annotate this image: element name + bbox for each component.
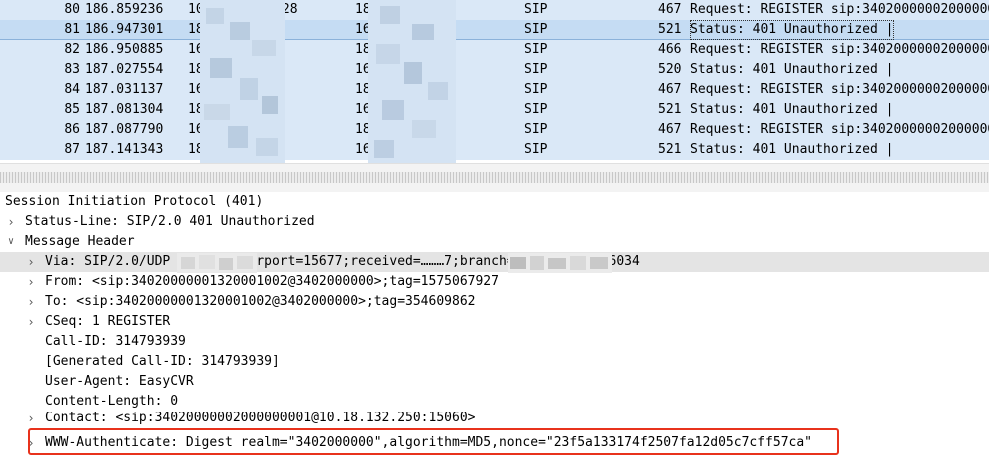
- tree-row-sip[interactable]: Session Initiation Protocol (401): [0, 192, 989, 212]
- tree-row-message-header[interactable]: ∨ Message Header: [0, 232, 989, 252]
- packet-number: 87: [64, 142, 80, 157]
- splitter-grip[interactable]: [0, 172, 989, 183]
- content-length-header: Content-Length: 0: [45, 394, 179, 409]
- packet-protocol: SIP: [524, 2, 548, 17]
- call-id-header: Call-ID: 314793939: [45, 334, 186, 349]
- packet-row-86[interactable]: 86 187.087790 16 18 SIP 467 Request: REG…: [0, 120, 989, 140]
- packet-row-85[interactable]: 85 187.081304 18 16 SIP 521 Status: 401 …: [0, 100, 989, 120]
- packet-protocol: SIP: [524, 82, 548, 97]
- packet-time: 187.031137: [85, 82, 164, 97]
- packet-row-80[interactable]: 80 186.859236 10.155.232.128 18 SIP 467 …: [0, 0, 989, 20]
- redaction-mosaic-destination: [368, 0, 456, 163]
- packet-length: 467: [658, 2, 682, 17]
- packet-protocol: SIP: [524, 62, 548, 77]
- packet-length: 521: [658, 22, 682, 37]
- packet-info: Request: REGISTER sip:340200000020000000…: [690, 2, 989, 17]
- redaction-mosaic-via-received: [508, 253, 612, 273]
- tree-row-call-id[interactable]: Call-ID: 314793939: [0, 332, 989, 352]
- packet-time: 187.081304: [85, 102, 164, 117]
- packet-number: 85: [64, 102, 80, 117]
- packet-row-82[interactable]: 82 186.950885 16 18 SIP 466 Request: REG…: [0, 40, 989, 60]
- chevron-right-icon[interactable]: ›: [25, 252, 37, 272]
- packet-number: 86: [64, 122, 80, 137]
- annotation-highlight-box: [28, 428, 839, 455]
- status-line: Status-Line: SIP/2.0 401 Unauthorized: [25, 214, 315, 229]
- tree-row-cseq[interactable]: › CSeq: 1 REGISTER: [0, 312, 989, 332]
- packet-number: 84: [64, 82, 80, 97]
- protocol-header: Session Initiation Protocol (401): [5, 194, 264, 209]
- packet-row-81[interactable]: 81 186.947301 18 16 SIP 521 Status: 401 …: [0, 20, 989, 40]
- packet-length: 521: [658, 142, 682, 157]
- chevron-down-icon[interactable]: ∨: [5, 232, 17, 252]
- packet-info: Request: REGISTER sip:340200000020000000…: [690, 42, 989, 57]
- tree-row-from[interactable]: › From: <sip:34020000001320001002@340200…: [0, 272, 989, 292]
- packet-protocol: SIP: [524, 42, 548, 57]
- chevron-right-icon[interactable]: ›: [25, 292, 37, 312]
- redaction-mosaic-source: [200, 0, 285, 163]
- packet-row-83[interactable]: 83 187.027554 18 16 SIP 520 Status: 401 …: [0, 60, 989, 80]
- chevron-right-icon[interactable]: ›: [25, 312, 37, 332]
- packet-length: 467: [658, 82, 682, 97]
- tree-row-status-line[interactable]: › Status-Line: SIP/2.0 401 Unauthorized: [0, 212, 989, 232]
- packet-info: Status: 401 Unauthorized |: [690, 62, 894, 77]
- tree-row-via[interactable]: › Via: SIP/2.0/UDP 1……3:5060;rport=15677…: [0, 252, 989, 272]
- packet-list[interactable]: 80 186.859236 10.155.232.128 18 SIP 467 …: [0, 0, 989, 163]
- packet-time: 186.859236: [85, 2, 164, 17]
- chevron-right-icon[interactable]: ›: [5, 212, 17, 232]
- packet-info: Status: 401 Unauthorized |: [690, 102, 894, 117]
- chevron-right-icon[interactable]: ›: [25, 272, 37, 292]
- packet-number: 82: [64, 42, 80, 57]
- redaction-mosaic-via-ip: [177, 253, 257, 273]
- generated-call-id: [Generated Call-ID: 314793939]: [45, 354, 280, 369]
- pane-splitter[interactable]: [0, 163, 989, 192]
- packet-protocol: SIP: [524, 102, 548, 117]
- packet-length: 466: [658, 42, 682, 57]
- tree-row-user-agent[interactable]: User-Agent: EasyCVR: [0, 372, 989, 392]
- packet-info: Status: 401 Unauthorized |: [690, 142, 894, 157]
- packet-protocol: SIP: [524, 142, 548, 157]
- tree-row-contact[interactable]: › Contact: <sip:34020000002000000001@10.…: [0, 412, 989, 424]
- packet-info: Request: REGISTER sip:340200000020000000…: [690, 82, 989, 97]
- packet-time: 187.087790: [85, 122, 164, 137]
- message-header: Message Header: [25, 234, 135, 249]
- packet-time: 186.947301: [85, 22, 164, 37]
- packet-info: Request: REGISTER sip:340200000020000000…: [690, 122, 989, 137]
- from-header: From: <sip:34020000001320001002@34020000…: [45, 274, 499, 289]
- contact-header: Contact: <sip:34020000002000000001@10.18…: [45, 412, 476, 424]
- packet-row-87[interactable]: 87 187.141343 18 16 SIP 521 Status: 401 …: [0, 140, 989, 160]
- tree-row-to[interactable]: › To: <sip:34020000001320001002@34020000…: [0, 292, 989, 312]
- packet-length: 521: [658, 102, 682, 117]
- packet-length: 467: [658, 122, 682, 137]
- packet-number: 81: [64, 22, 80, 37]
- packet-info: Status: 401 Unauthorized |: [690, 20, 894, 40]
- packet-number: 83: [64, 62, 80, 77]
- packet-time: 186.950885: [85, 42, 164, 57]
- chevron-right-icon[interactable]: ›: [25, 412, 37, 424]
- packet-row-84[interactable]: 84 187.031137 16 18 SIP 467 Request: REG…: [0, 80, 989, 100]
- packet-protocol: SIP: [524, 122, 548, 137]
- user-agent-header: User-Agent: EasyCVR: [45, 374, 194, 389]
- packet-time: 187.141343: [85, 142, 164, 157]
- packet-protocol: SIP: [524, 22, 548, 37]
- tree-row-content-length[interactable]: Content-Length: 0: [0, 392, 989, 412]
- to-header: To: <sip:34020000001320001002@3402000000…: [45, 294, 476, 309]
- packet-number: 80: [64, 2, 80, 17]
- tree-row-generated-call-id[interactable]: [Generated Call-ID: 314793939]: [0, 352, 989, 372]
- cseq-header: CSeq: 1 REGISTER: [45, 314, 171, 329]
- packet-time: 187.027554: [85, 62, 164, 77]
- packet-length: 520: [658, 62, 682, 77]
- packet-details-tree[interactable]: Session Initiation Protocol (401) › Stat…: [0, 192, 989, 462]
